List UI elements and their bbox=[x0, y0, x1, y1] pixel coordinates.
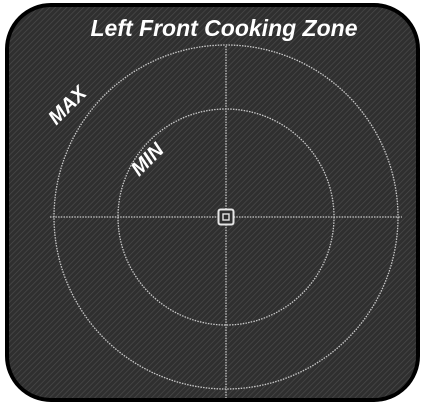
cooktop-zone-svg: Left Front Cooking Zone MAX MIN bbox=[5, 3, 420, 402]
cooking-zone-diagram: Left Front Cooking Zone MAX MIN bbox=[0, 0, 426, 406]
center-square-icon bbox=[217, 208, 235, 226]
zone-panel bbox=[5, 3, 420, 402]
zone-title: Left Front Cooking Zone bbox=[90, 15, 357, 41]
